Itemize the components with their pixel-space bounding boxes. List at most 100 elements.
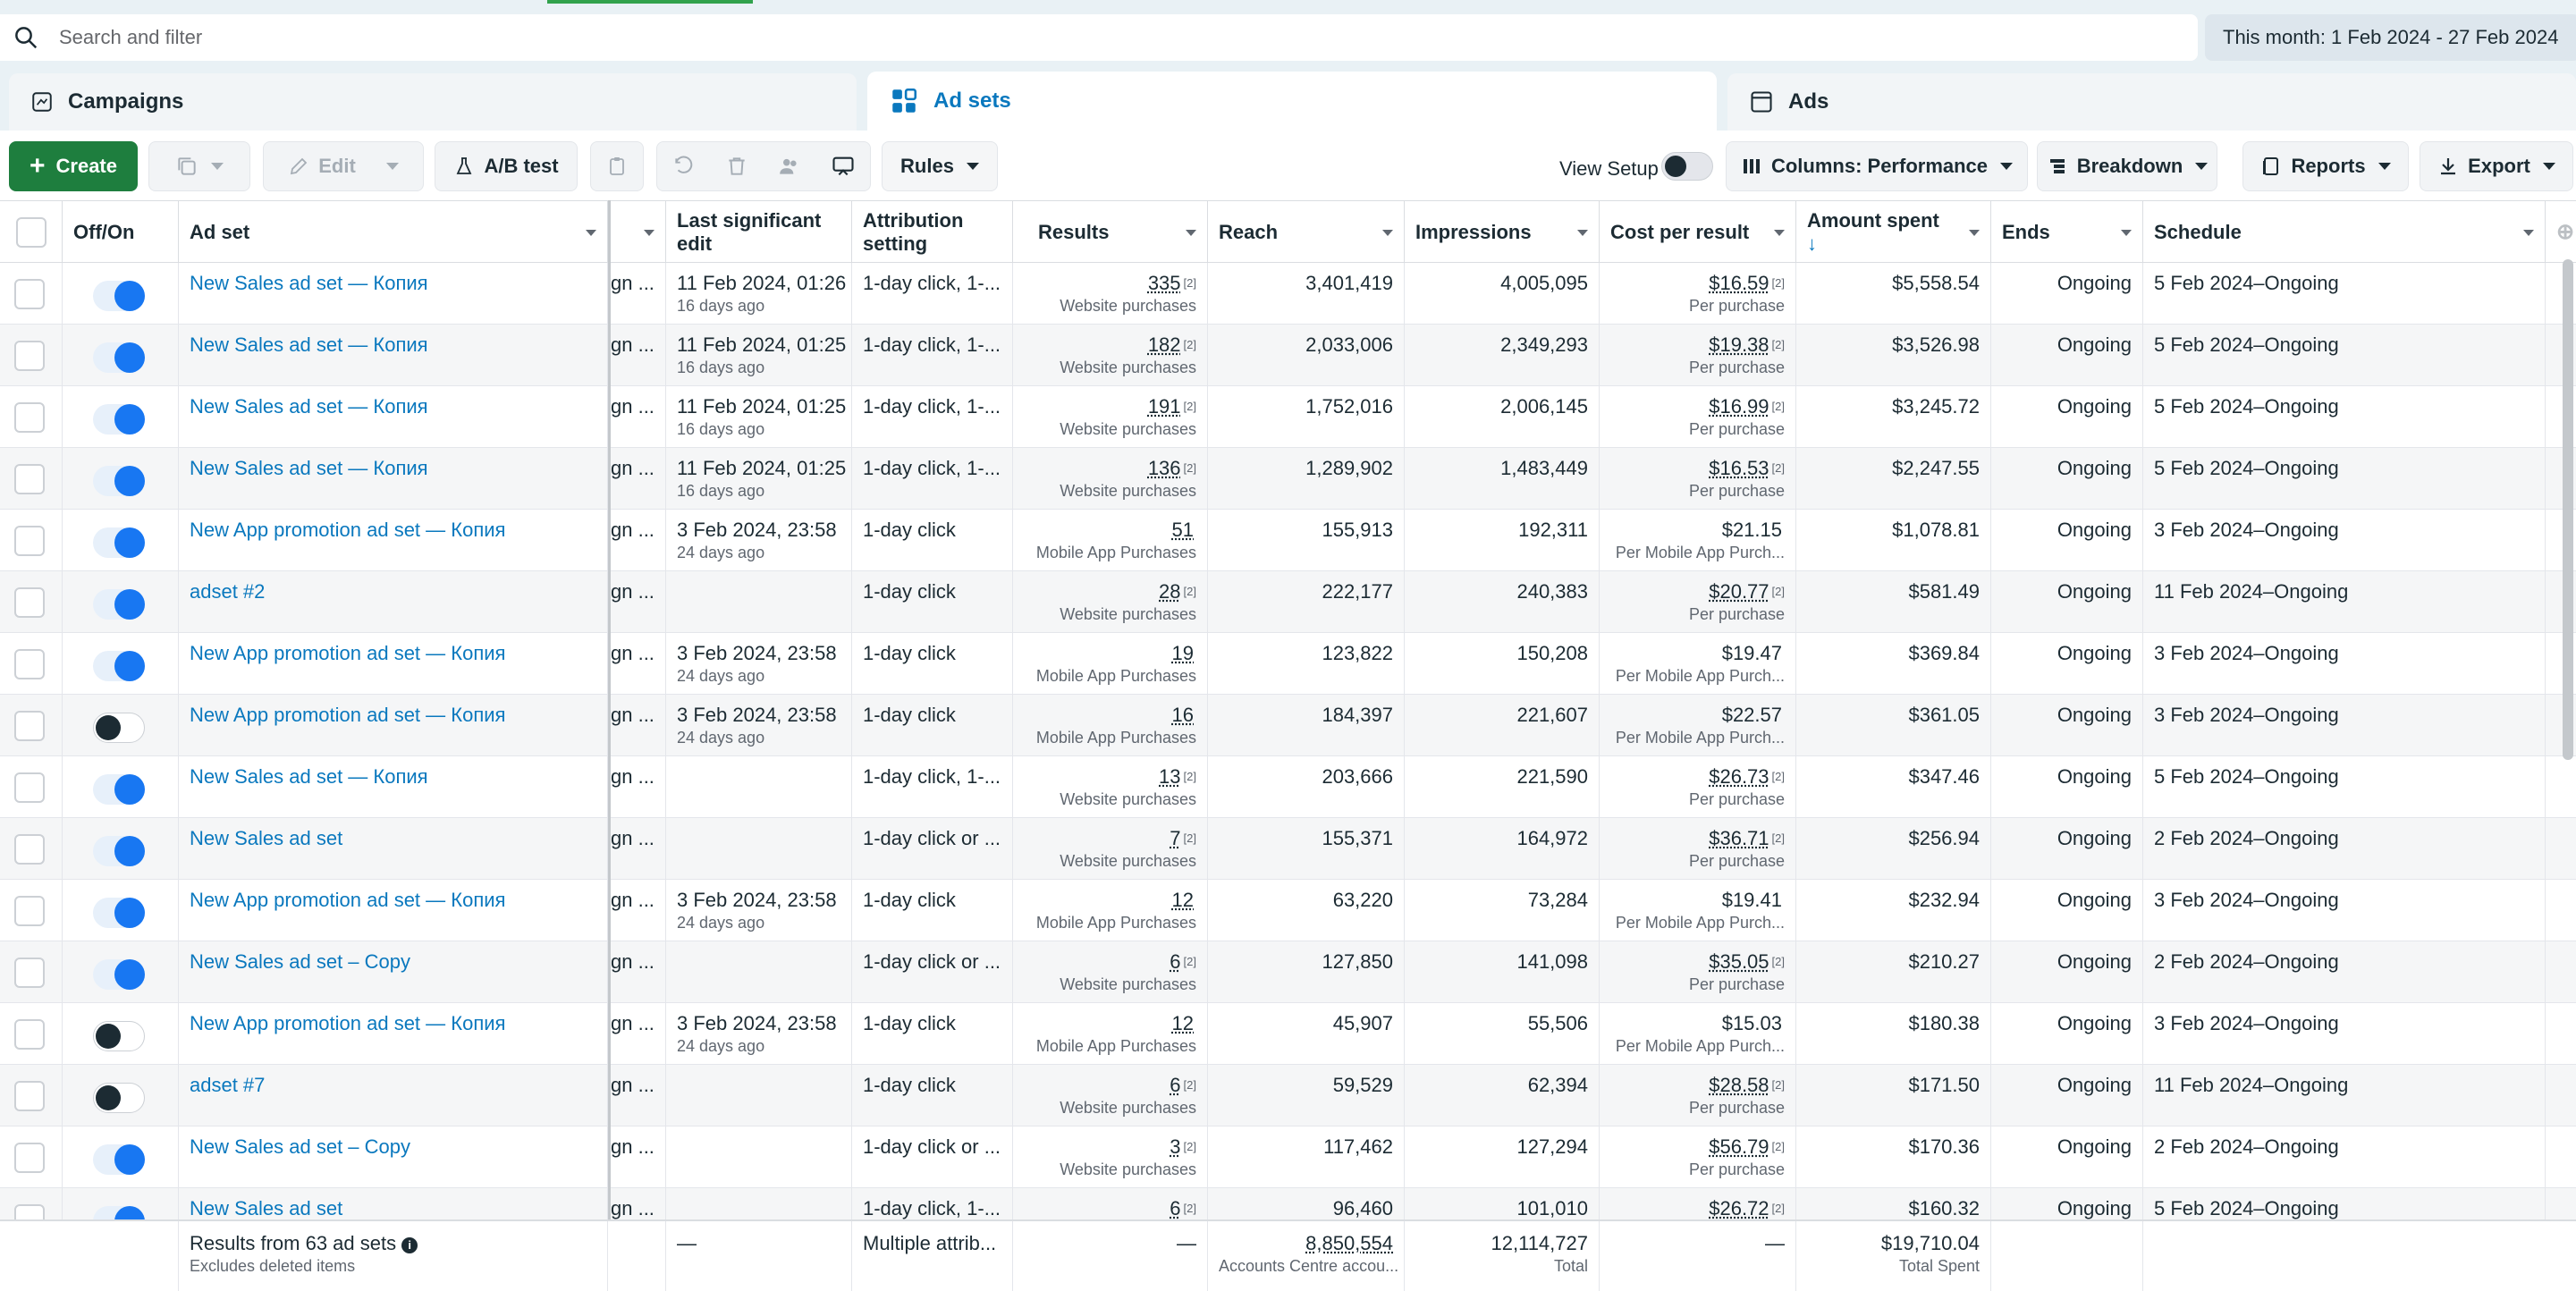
date-range-picker[interactable]: This month: 1 Feb 2024 - 27 Feb 2024 — [2205, 14, 2576, 61]
vertical-scrollbar[interactable] — [2563, 259, 2573, 760]
header-schedule[interactable]: Schedule — [2143, 201, 2546, 264]
header-reach[interactable]: Reach — [1208, 201, 1405, 264]
results-value[interactable]: 12 — [1172, 889, 1194, 911]
header-impressions[interactable]: Impressions — [1405, 201, 1600, 264]
table-row[interactable]: New Sales ad set – Copy gn ... 1-day cli… — [0, 941, 2576, 1003]
cost-per-result-value[interactable]: $16.59 — [1709, 272, 1769, 294]
select-all-checkbox[interactable] — [15, 217, 46, 248]
table-row[interactable]: adset #2 gn ... 1-day click 28 [2] Websit… — [0, 571, 2576, 633]
results-value[interactable]: 335 — [1148, 272, 1181, 294]
header-ad-set[interactable]: Ad set — [179, 201, 608, 264]
cost-per-result-value[interactable]: $36.71 — [1709, 827, 1769, 849]
info-icon[interactable]: i — [401, 1237, 418, 1253]
preview-icon[interactable] — [831, 154, 856, 179]
row-checkbox[interactable] — [14, 279, 45, 309]
header-cost-per-result[interactable]: Cost per result — [1600, 201, 1796, 264]
audience-icon[interactable] — [778, 155, 801, 178]
breakdown-button[interactable]: Breakdown — [2037, 141, 2217, 191]
edit-button[interactable]: Edit — [263, 141, 424, 191]
delivery-toggle[interactable] — [93, 1083, 145, 1113]
table-row[interactable]: New Sales ad set – Copy gn ... 1-day cli… — [0, 1126, 2576, 1188]
results-value[interactable]: 6 — [1170, 950, 1180, 973]
row-checkbox[interactable] — [14, 341, 45, 371]
row-checkbox[interactable] — [14, 834, 45, 865]
add-column-cell[interactable]: ⊕ — [2546, 201, 2576, 264]
delivery-toggle[interactable] — [93, 1144, 145, 1175]
row-checkbox[interactable] — [14, 587, 45, 618]
table-row[interactable]: New Sales ad set — Копия gn ... 11 Feb 2… — [0, 325, 2576, 386]
cost-per-result-value[interactable]: $35.05 — [1709, 950, 1769, 973]
cost-per-result-value[interactable]: $26.72 — [1709, 1197, 1769, 1219]
delivery-toggle[interactable] — [93, 589, 145, 620]
results-value[interactable]: 136 — [1148, 457, 1181, 479]
tab-ad-sets[interactable]: Ad sets — [867, 72, 1717, 131]
clipboard-button[interactable] — [590, 141, 644, 191]
ad-set-name-link[interactable]: New Sales ad set — Копия — [190, 457, 428, 479]
table-row[interactable]: New App promotion ad set — Копия gn ... … — [0, 1003, 2576, 1065]
ad-set-name-link[interactable]: New App promotion ad set — Копия — [190, 704, 505, 726]
results-value[interactable]: 191 — [1148, 395, 1181, 418]
table-row[interactable]: New Sales ad set gn ... 1-day click or .… — [0, 818, 2576, 880]
results-value[interactable]: 7 — [1170, 827, 1180, 849]
row-checkbox[interactable] — [14, 1143, 45, 1173]
delivery-toggle[interactable] — [93, 713, 145, 743]
table-row[interactable]: New Sales ad set — Копия gn ... 11 Feb 2… — [0, 263, 2576, 325]
delivery-toggle[interactable] — [93, 342, 145, 373]
results-value[interactable]: 6 — [1170, 1074, 1180, 1096]
delivery-toggle[interactable] — [93, 527, 145, 558]
row-checkbox[interactable] — [14, 464, 45, 494]
row-checkbox[interactable] — [14, 526, 45, 556]
cost-per-result-value[interactable]: $16.99 — [1709, 395, 1769, 418]
header-off-on[interactable]: Off/On — [63, 201, 179, 264]
row-checkbox[interactable] — [14, 896, 45, 926]
ad-set-name-link[interactable]: New App promotion ad set — Копия — [190, 642, 505, 664]
search-bar[interactable] — [0, 14, 2198, 61]
header-delivery[interactable] — [611, 201, 666, 264]
row-checkbox[interactable] — [14, 1019, 45, 1050]
ad-set-name-link[interactable]: New App promotion ad set — Копия — [190, 519, 505, 541]
ad-set-name-link[interactable]: New App promotion ad set — Копия — [190, 1012, 505, 1034]
trash-icon[interactable] — [725, 155, 748, 178]
delivery-toggle[interactable] — [93, 959, 145, 990]
cost-per-result-value[interactable]: $28.58 — [1709, 1074, 1769, 1096]
results-value[interactable]: 28 — [1159, 580, 1180, 603]
row-checkbox[interactable] — [14, 711, 45, 741]
view-setup-toggle[interactable] — [1661, 152, 1713, 181]
results-value[interactable]: 19 — [1172, 642, 1194, 664]
table-row[interactable]: New App promotion ad set — Копия gn ... … — [0, 880, 2576, 941]
export-button[interactable]: Export — [2420, 141, 2573, 191]
header-attribution[interactable]: Attribution setting — [852, 201, 1013, 264]
table-row[interactable]: New App promotion ad set — Копия gn ... … — [0, 695, 2576, 756]
ad-set-name-link[interactable]: adset #2 — [190, 580, 265, 603]
create-button[interactable]: + Create — [9, 141, 138, 191]
duplicate-button[interactable] — [148, 141, 250, 191]
ad-set-name-link[interactable]: New Sales ad set — [190, 1197, 342, 1219]
results-value[interactable]: 12 — [1172, 1012, 1194, 1034]
summary-reach[interactable]: 8,850,554 — [1219, 1232, 1393, 1255]
delivery-toggle[interactable] — [93, 898, 145, 928]
ad-set-name-link[interactable]: New Sales ad set – Copy — [190, 1135, 410, 1158]
delivery-toggle[interactable] — [93, 836, 145, 866]
table-row[interactable]: New Sales ad set — Копия gn ... 11 Feb 2… — [0, 386, 2576, 448]
header-amount-spent[interactable]: Amount spent ↓ — [1796, 201, 1991, 264]
header-results[interactable]: Results — [1013, 201, 1208, 264]
cost-per-result-value[interactable]: $26.73 — [1709, 765, 1769, 788]
cost-per-result-value[interactable]: $20.77 — [1709, 580, 1769, 603]
row-checkbox[interactable] — [14, 772, 45, 803]
table-row[interactable]: New Sales ad set — Копия gn ... 1-day cl… — [0, 756, 2576, 818]
row-checkbox[interactable] — [14, 402, 45, 433]
delivery-toggle[interactable] — [93, 1021, 145, 1051]
columns-button[interactable]: Columns: Performance — [1726, 141, 2028, 191]
tab-campaigns[interactable]: Campaigns — [9, 73, 857, 131]
ab-test-button[interactable]: A/B test — [435, 141, 578, 191]
ad-set-name-link[interactable]: New Sales ad set — Копия — [190, 765, 428, 788]
delivery-toggle[interactable] — [93, 281, 145, 311]
cost-per-result-value[interactable]: $19.38 — [1709, 333, 1769, 356]
results-value[interactable]: 6 — [1170, 1197, 1180, 1219]
row-checkbox[interactable] — [14, 958, 45, 988]
ad-set-name-link[interactable]: New Sales ad set — Копия — [190, 333, 428, 356]
results-value[interactable]: 13 — [1159, 765, 1180, 788]
ad-set-name-link[interactable]: New Sales ad set — Копия — [190, 395, 428, 418]
results-value[interactable]: 51 — [1172, 519, 1194, 541]
cost-per-result-value[interactable]: $16.53 — [1709, 457, 1769, 479]
